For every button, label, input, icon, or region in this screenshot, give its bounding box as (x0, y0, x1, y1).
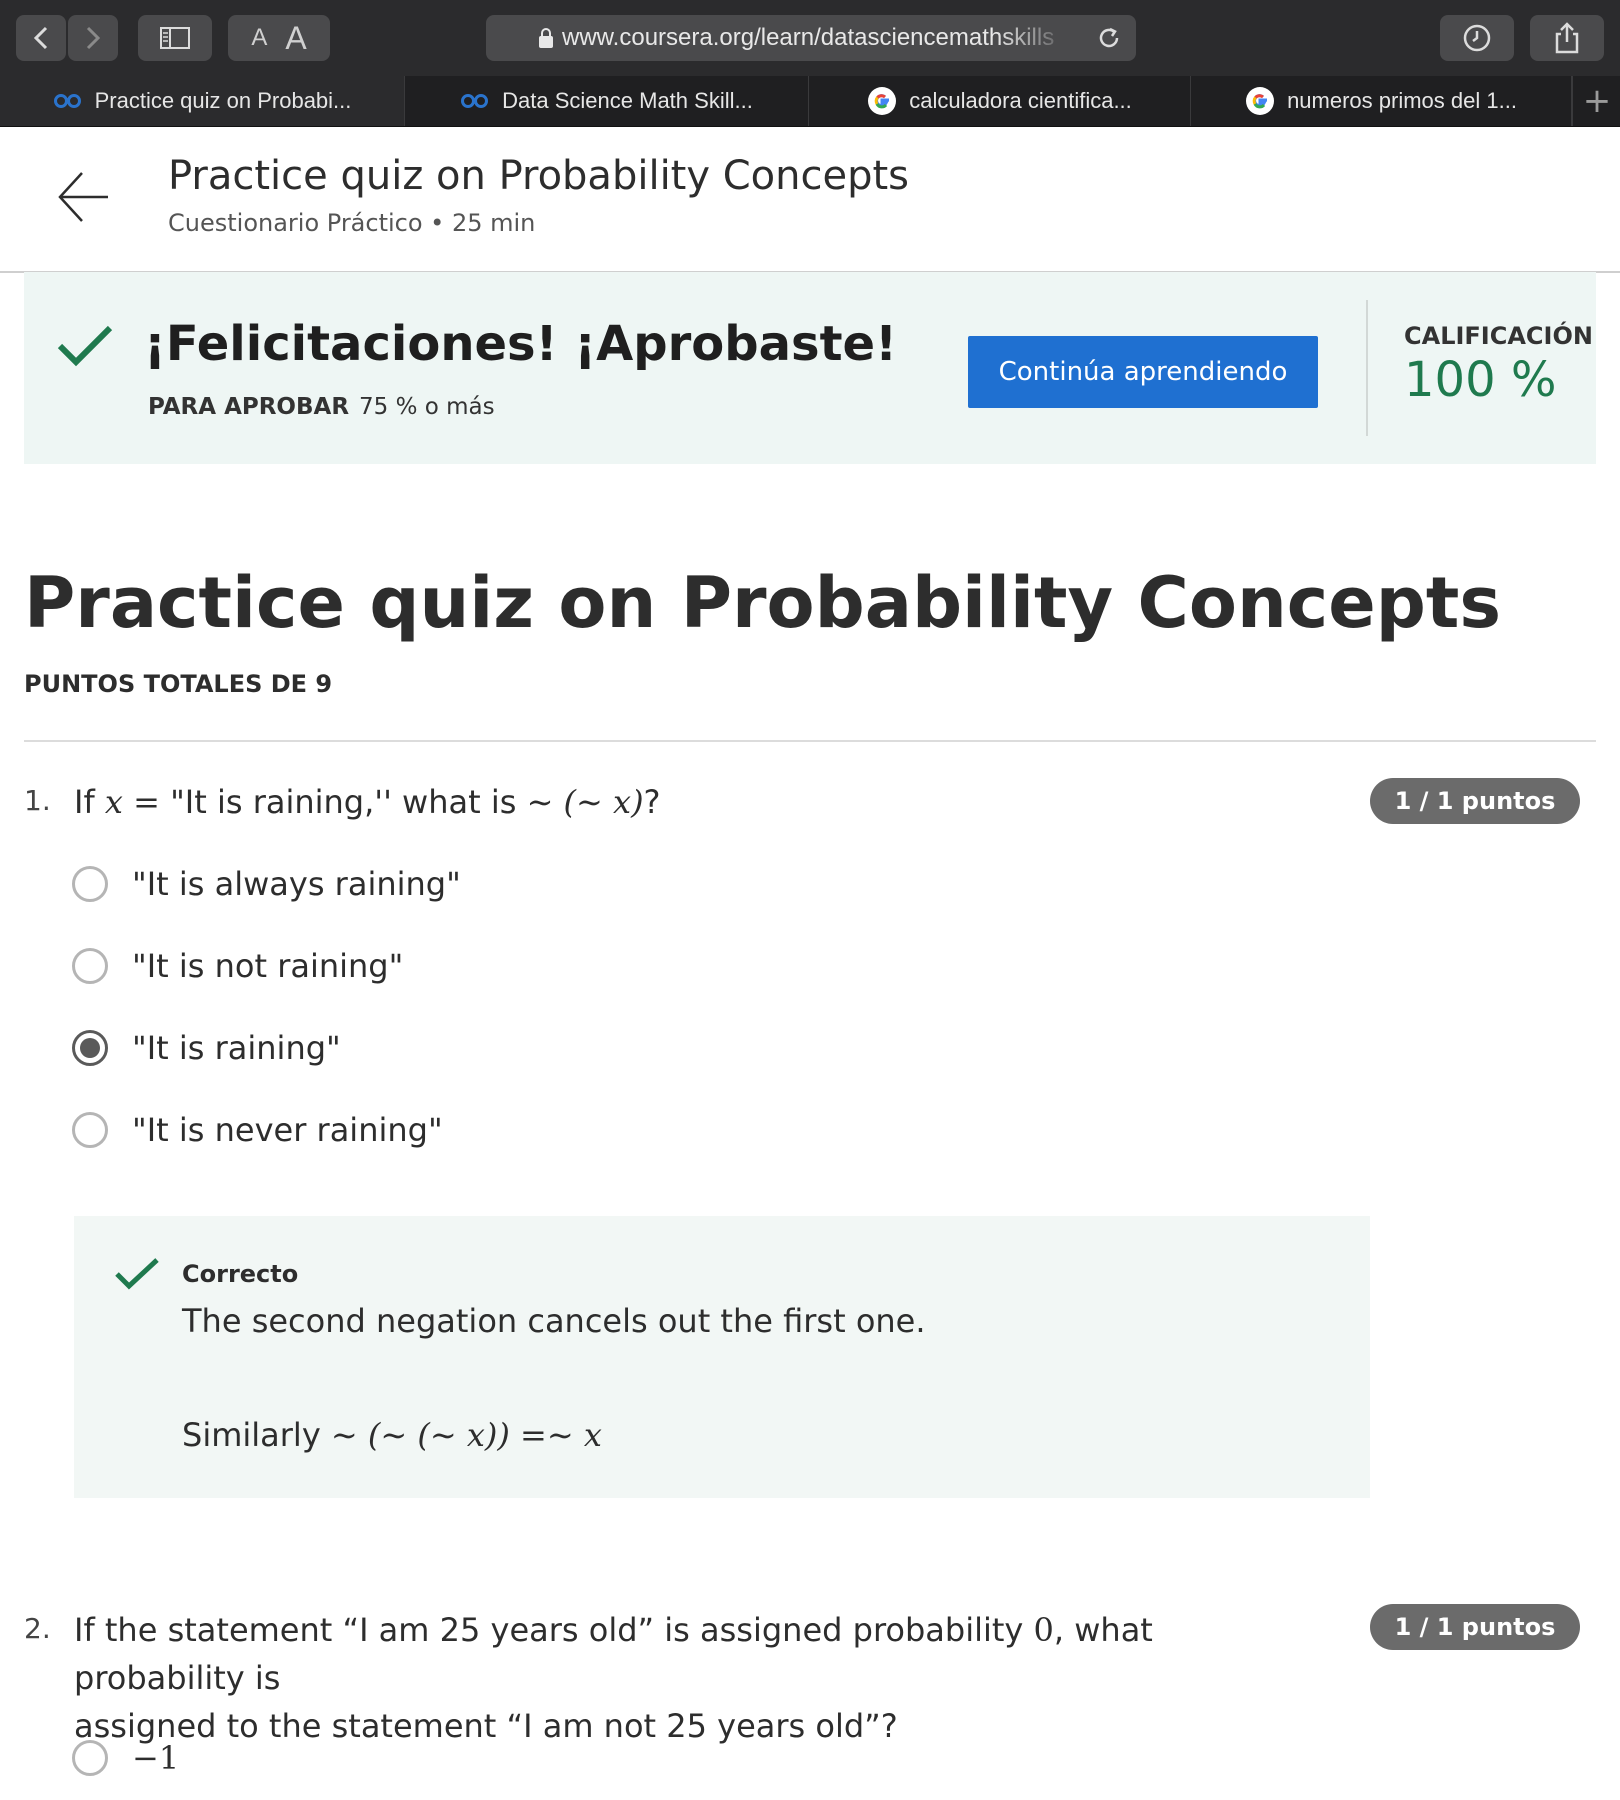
clock-icon (1463, 24, 1491, 52)
option-label: "It is raining" (132, 1029, 341, 1067)
option-label: "It is not raining" (132, 947, 404, 985)
chevron-right-icon (86, 26, 101, 50)
feedback-text: The second negation cancels out the firs… (182, 1302, 926, 1340)
question-number: 2. (24, 1612, 51, 1645)
question-text-part: assigned to the statement “I am not 25 y… (74, 1707, 898, 1745)
share-icon (1555, 22, 1579, 54)
radio-dot (80, 1038, 100, 1058)
radio-button-selected[interactable] (72, 1030, 108, 1066)
option-always-raining[interactable]: "It is always raining" (72, 862, 461, 906)
grade-label: CALIFICACIÓN (1404, 322, 1593, 350)
sidebar-icon (160, 27, 190, 49)
feedback-box: Correcto The second negation cancels out… (74, 1216, 1370, 1498)
lock-icon (539, 28, 553, 48)
pass-requirement: PARA APROBAR 75 % o más (148, 394, 495, 420)
question-text-part: If the statement “I am 25 years old” is … (74, 1611, 1034, 1649)
banner-title: ¡Felicitaciones! ¡Aprobaste! (144, 316, 897, 372)
question-number: 1. (24, 784, 51, 817)
check-icon (115, 1258, 159, 1290)
option-raining[interactable]: "It is raining" (72, 1026, 341, 1070)
text-larger-label[interactable]: A (285, 20, 306, 57)
tab-practice-quiz[interactable]: Practice quiz on Probabi... (0, 76, 405, 126)
sidebar-button[interactable] (138, 15, 212, 61)
forward-nav-button[interactable] (68, 15, 118, 61)
math-expression: ∼ (∼ x) (526, 783, 644, 821)
coursera-icon (53, 93, 83, 109)
arrow-left-icon[interactable] (56, 169, 112, 225)
option-never-raining[interactable]: "It is never raining" (72, 1108, 443, 1152)
divider (24, 740, 1596, 742)
tab-bar: Practice quiz on Probabi... Data Science… (0, 76, 1620, 127)
feedback-title: Correcto (182, 1260, 299, 1288)
share-button[interactable] (1530, 15, 1604, 61)
text-smaller-label[interactable]: A (251, 24, 267, 52)
back-nav-button[interactable] (16, 15, 66, 61)
continue-learning-button[interactable]: Continúa aprendiendo (968, 336, 1318, 408)
history-button[interactable] (1440, 15, 1514, 61)
url-text[interactable]: www.coursera.org/learn/datasciencemathsk… (562, 24, 1072, 52)
question-text-part: ? (643, 783, 661, 821)
pass-label: PARA APROBAR (148, 394, 350, 420)
option-label: −1 (132, 1739, 180, 1777)
question-text: If x = "It is raining,'' what is ∼ (∼ x)… (74, 778, 661, 826)
points-badge: 1 / 1 puntos (1370, 778, 1580, 824)
option-label: "It is always raining" (132, 865, 461, 903)
divider (1366, 300, 1368, 436)
pass-value: 75 % o más (359, 394, 495, 420)
points-badge: 1 / 1 puntos (1370, 1604, 1580, 1650)
pass-banner: ¡Felicitaciones! ¡Aprobaste! PARA APROBA… (24, 272, 1596, 464)
tab-label: Data Science Math Skill... (502, 88, 753, 113)
feedback-similarly: Similarly ∼ (∼ (∼ x)) =∼ x (182, 1416, 602, 1454)
tab-label: Practice quiz on Probabi... (94, 88, 352, 113)
tab-label: numeros primos del 1... (1287, 88, 1517, 113)
text-size-button[interactable]: A A (228, 15, 330, 61)
tab-numeros-primos[interactable]: numeros primos del 1... (1191, 76, 1572, 126)
new-tab-button[interactable]: + (1572, 76, 1620, 126)
address-bar[interactable]: www.coursera.org/learn/datasciencemathsk… (486, 15, 1136, 61)
radio-button[interactable] (72, 1740, 108, 1776)
page-title: Practice quiz on Probability Concepts (168, 153, 910, 199)
math-expression: ∼ (∼ (∼ x)) =∼ x (330, 1416, 602, 1454)
plus-icon: + (1582, 81, 1612, 121)
page-header: Practice quiz on Probability Concepts Cu… (0, 127, 1620, 273)
tab-label: calculadora cientifica... (909, 88, 1132, 113)
option-label: "It is never raining" (132, 1111, 443, 1149)
coursera-icon (460, 93, 490, 109)
chevron-left-icon (33, 26, 48, 50)
option-minus-one[interactable]: −1 (72, 1736, 179, 1780)
radio-button[interactable] (72, 948, 108, 984)
google-icon (867, 86, 897, 116)
page-subtitle: Cuestionario Práctico • 25 min (168, 209, 536, 237)
option-not-raining[interactable]: "It is not raining" (72, 944, 403, 988)
math-expression: 0 (1033, 1611, 1054, 1649)
check-icon (57, 325, 113, 367)
question-text: If the statement “I am 25 years old” is … (74, 1606, 1294, 1750)
grade-value: 100 % (1404, 352, 1557, 408)
total-points: PUNTOS TOTALES DE 9 (24, 670, 333, 698)
tab-calculadora[interactable]: calculadora cientifica... (809, 76, 1191, 126)
question-text-part: "It is raining,'' what is (170, 783, 527, 821)
browser-toolbar: A A www.coursera.org/learn/datasciencema… (0, 0, 1620, 76)
quiz-title: Practice quiz on Probability Concepts (24, 562, 1502, 644)
reload-icon[interactable] (1096, 25, 1122, 51)
radio-button[interactable] (72, 1112, 108, 1148)
feedback-text-part: Similarly (182, 1416, 331, 1454)
radio-button[interactable] (72, 866, 108, 902)
tab-data-science[interactable]: Data Science Math Skill... (405, 76, 809, 126)
google-icon (1245, 86, 1275, 116)
question-text-part: If (74, 783, 105, 821)
math-expression: x = (104, 783, 171, 821)
